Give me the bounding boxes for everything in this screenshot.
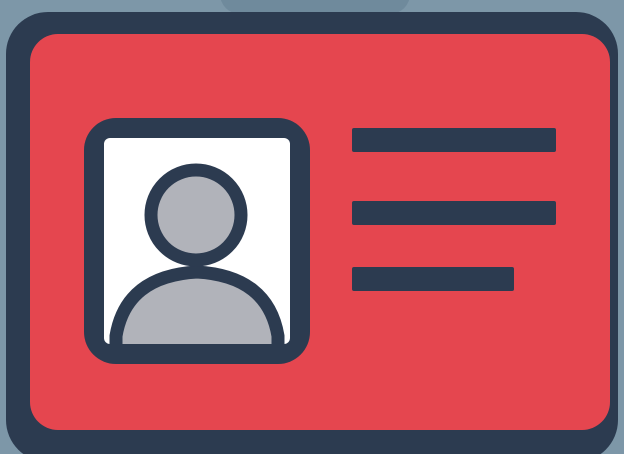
- avatar-head: [144, 163, 248, 267]
- avatar-shoulders: [109, 265, 285, 344]
- id-card-icon: [6, 0, 618, 454]
- text-line-3: [352, 267, 514, 291]
- id-card-illustration: [0, 0, 624, 454]
- card-top-tab: [220, 0, 410, 14]
- text-line-1: [352, 128, 556, 152]
- text-line-2: [352, 201, 556, 225]
